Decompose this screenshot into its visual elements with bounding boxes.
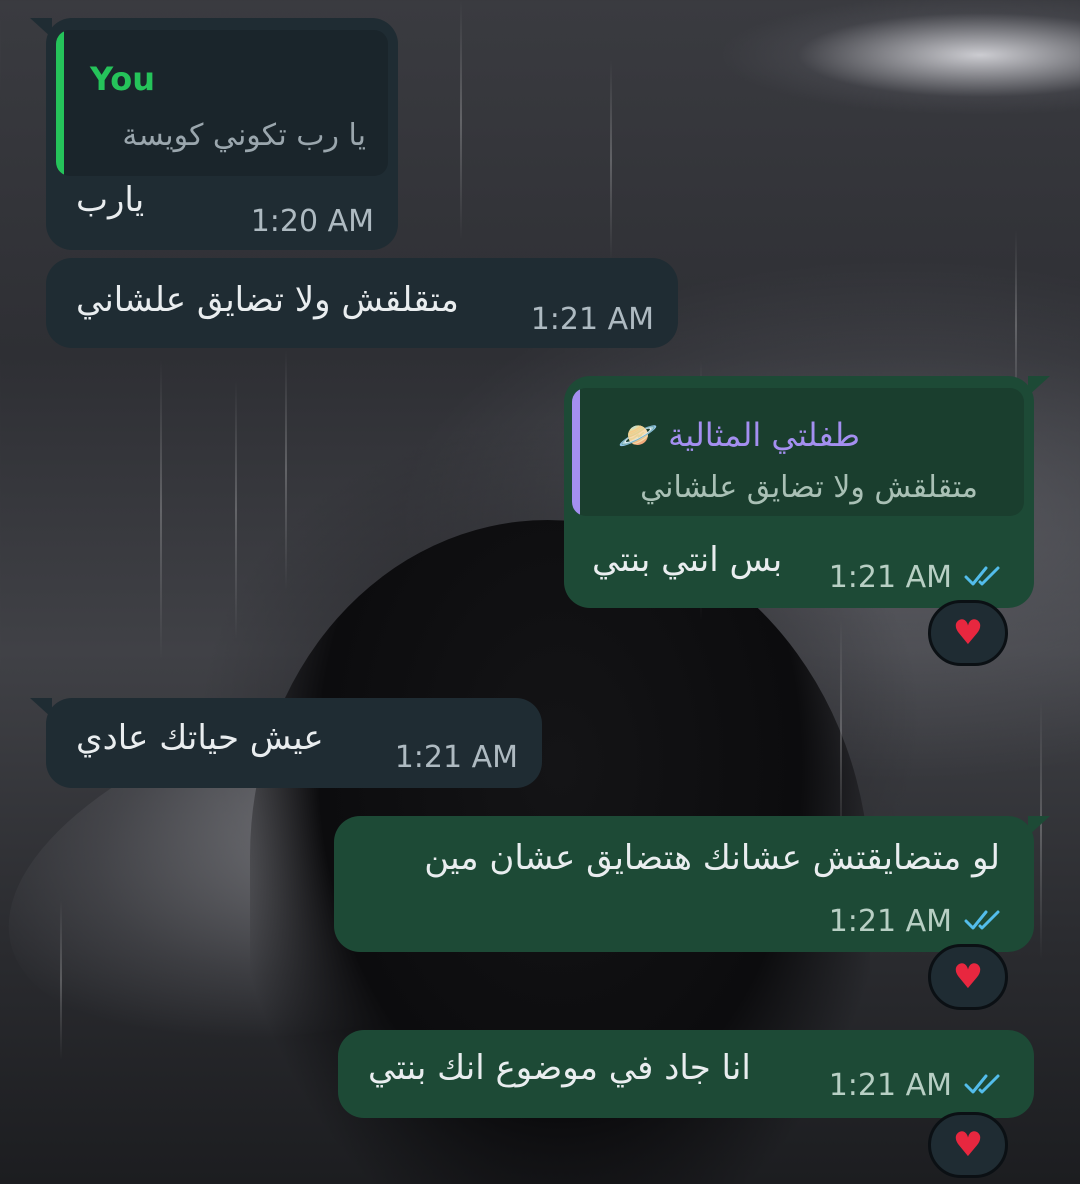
message-text: لو متضايقتش عشانك هتضايق عشان مين [424,838,1000,878]
message-time: 1:21 AM [828,560,952,595]
message-text: بس انتي بنتي [592,540,783,580]
message-time: 1:21 AM [530,302,654,337]
double-check-icon [964,566,1000,586]
message-time: 1:21 AM [828,1068,952,1103]
message-time: 1:21 AM [394,740,518,775]
message-text: انا جاد في موضوع انك بنتي [368,1048,751,1088]
reaction-badge[interactable]: ♥ [928,1112,1008,1178]
message-bubble-incoming[interactable]: You يا رب تكوني كويسة يارب 1:20 AM [30,18,398,250]
reaction-badge[interactable]: ♥ [928,944,1008,1010]
quote-accent-bar [56,30,64,176]
message-text: متقلقش ولا تضايق علشاني [76,280,459,320]
message-time: 1:21 AM [828,904,952,939]
heart-icon: ♥ [952,957,984,997]
reaction-badge[interactable]: ♥ [928,600,1008,666]
message-bubble-outgoing[interactable]: لو متضايقتش عشانك هتضايق عشان مين 1:21 A… [334,816,1050,952]
message-text: عيش حياتك عادي [76,718,324,758]
quote-text: يا رب تكوني كويسة [122,118,366,153]
reply-quote[interactable]: طفلتي المثالية 🪐 متقلقش ولا تضايق علشاني [572,388,1024,516]
message-time: 1:20 AM [250,204,374,239]
message-bubble-outgoing[interactable]: انا جاد في موضوع انك بنتي 1:21 AM [338,1030,1034,1118]
message-bubble-incoming[interactable]: عيش حياتك عادي 1:21 AM [30,698,542,788]
double-check-icon [964,1074,1000,1094]
quote-author: طفلتي المثالية 🪐 [618,416,860,454]
message-bubble-incoming[interactable]: متقلقش ولا تضايق علشاني 1:21 AM [46,258,678,348]
heart-icon: ♥ [952,1125,984,1165]
message-text: يارب [76,180,145,220]
heart-icon: ♥ [952,613,984,653]
quote-text: متقلقش ولا تضايق علشاني [640,470,978,505]
reply-quote[interactable]: You يا رب تكوني كويسة [56,30,388,176]
message-bubble-outgoing[interactable]: طفلتي المثالية 🪐 متقلقش ولا تضايق علشاني… [564,376,1050,608]
quote-accent-bar [572,388,580,516]
quote-author: You [90,60,155,98]
double-check-icon [964,910,1000,930]
